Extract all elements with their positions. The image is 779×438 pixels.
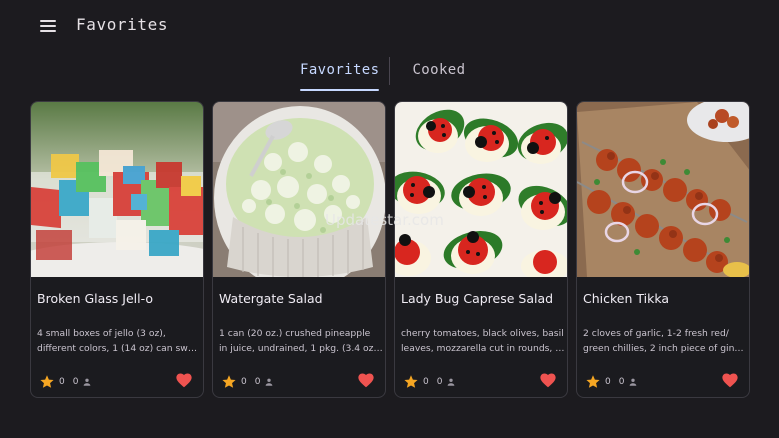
recipe-image — [577, 102, 749, 277]
star-icon — [40, 375, 54, 388]
recipe-description-line: in juice, undrained, 1 pkg. (3.4 oz.)... — [219, 343, 383, 354]
tab-favorites[interactable]: Favorites — [290, 55, 389, 91]
person-icon — [266, 378, 273, 386]
recipe-description: cherry tomatoes, black olives, basil lea… — [401, 326, 565, 356]
favorite-heart-icon[interactable] — [539, 372, 557, 388]
top-app-bar: Favorites — [0, 0, 779, 52]
rating-value: 0 — [423, 376, 429, 387]
recipe-description: 2 cloves of garlic, 1-2 fresh red/ green… — [583, 326, 747, 356]
page-title: Favorites — [76, 15, 169, 34]
rating-row: 0 0 — [585, 374, 638, 389]
favorite-heart-icon[interactable] — [357, 372, 375, 388]
recipe-description-line: 1 can (20 oz.) crushed pineapple — [219, 328, 371, 339]
recipe-description-line: 2 cloves of garlic, 1-2 fresh red/ — [583, 328, 729, 339]
cooked-count: 0 — [254, 376, 261, 387]
recipe-title: Broken Glass Jell-o — [37, 291, 153, 306]
person-icon — [630, 378, 637, 386]
recipe-description: 1 can (20 oz.) crushed pineapple in juic… — [219, 326, 383, 356]
recipe-description-line: 4 small boxes of jello (3 oz), — [37, 328, 166, 339]
rating-value: 0 — [605, 376, 611, 387]
recipe-image — [31, 102, 203, 277]
tab-divider — [389, 57, 391, 85]
recipe-card[interactable]: Watergate Salad 1 can (20 oz.) crushed p… — [212, 101, 386, 398]
cooked-count: 0 — [618, 376, 625, 387]
star-icon — [586, 375, 600, 388]
tab-bar: Favorites Cooked — [290, 55, 475, 91]
recipe-card[interactable]: Chicken Tikka 2 cloves of garlic, 1-2 fr… — [576, 101, 750, 398]
cooked-count: 0 — [72, 376, 79, 387]
person-icon — [84, 378, 91, 386]
hamburger-menu-icon[interactable] — [37, 16, 59, 36]
rating-row: 0 0 — [403, 374, 456, 389]
recipe-image — [213, 102, 385, 277]
recipe-description: 4 small boxes of jello (3 oz), different… — [37, 326, 201, 356]
recipe-title: Watergate Salad — [219, 291, 323, 306]
recipe-card[interactable]: Lady Bug Caprese Salad cherry tomatoes, … — [394, 101, 568, 398]
tab-cooked[interactable]: Cooked — [402, 55, 475, 91]
favorite-heart-icon[interactable] — [721, 372, 739, 388]
recipe-title: Chicken Tikka — [583, 291, 670, 306]
person-icon — [448, 378, 455, 386]
recipe-title: Lady Bug Caprese Salad — [401, 291, 554, 306]
rating-row: 0 0 — [39, 374, 92, 389]
recipe-description-line: leaves, mozzarella cut in rounds, b... — [401, 343, 565, 354]
recipe-image — [395, 102, 567, 277]
favorite-heart-icon[interactable] — [175, 372, 193, 388]
recipe-card[interactable]: Broken Glass Jell-o 4 small boxes of jel… — [30, 101, 204, 398]
rating-value: 0 — [59, 376, 65, 387]
star-icon — [404, 375, 418, 388]
rating-row: 0 0 — [221, 374, 274, 389]
recipe-description-line: cherry tomatoes, black olives, basil — [401, 328, 564, 339]
recipe-description-line: green chillies, 2 inch piece of ging... — [583, 343, 747, 354]
rating-value: 0 — [241, 376, 247, 387]
star-icon — [222, 375, 236, 388]
cooked-count: 0 — [436, 376, 443, 387]
recipe-description-line: different colors, 1 (14 oz) can swe... — [37, 343, 201, 354]
